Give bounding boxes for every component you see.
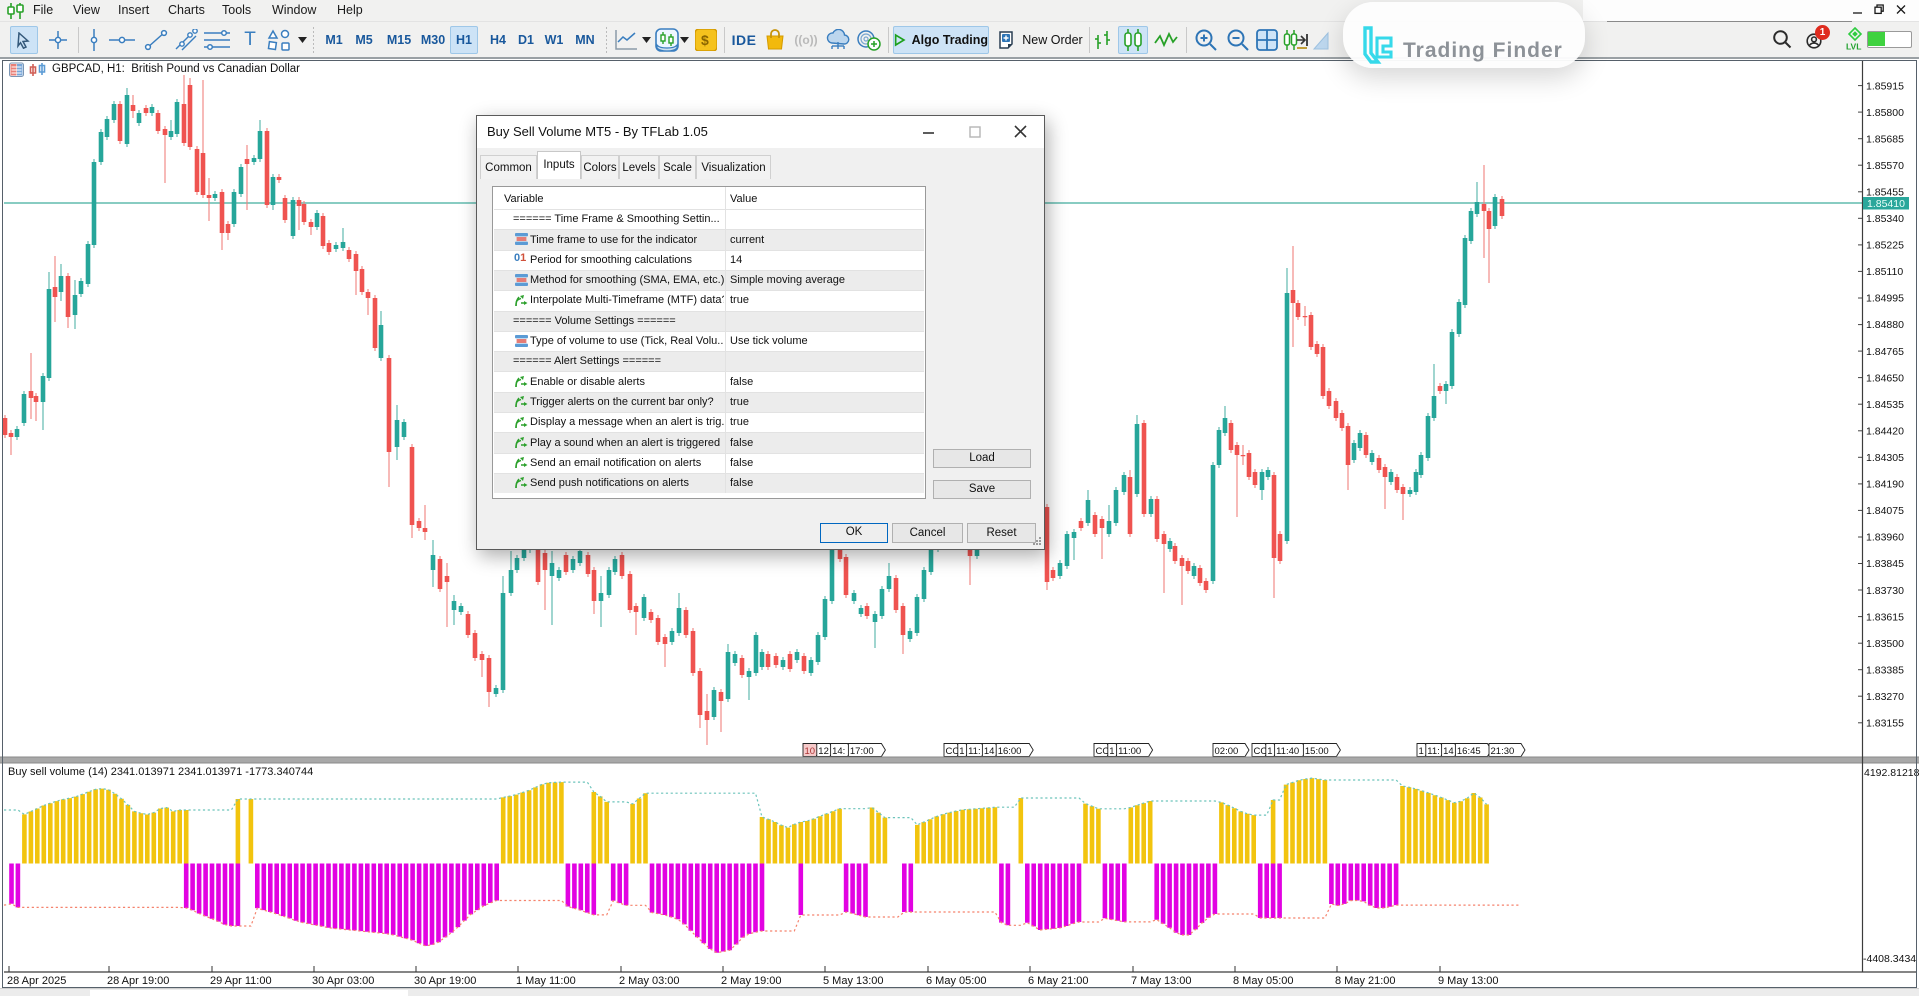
svg-text:1.83270: 1.83270 <box>1866 691 1904 703</box>
svg-text:30 Apr 03:00: 30 Apr 03:00 <box>312 975 374 987</box>
svg-text:1 May 11:00: 1 May 11:00 <box>516 975 576 987</box>
svg-text:12: 12 <box>818 746 829 757</box>
svg-text:1: 1 <box>959 746 964 757</box>
svg-text:1.84535: 1.84535 <box>1866 399 1904 411</box>
svg-text:7 May 13:00: 7 May 13:00 <box>1131 975 1192 987</box>
svg-text:1.84420: 1.84420 <box>1866 425 1904 437</box>
svg-text:1: 1 <box>1109 746 1114 757</box>
svg-text:1.85340: 1.85340 <box>1866 213 1904 225</box>
svg-text:16:45: 16:45 <box>1457 746 1481 757</box>
svg-text:16:00: 16:00 <box>998 746 1022 757</box>
svg-text:1.85570: 1.85570 <box>1866 160 1904 172</box>
svg-text:1.85800: 1.85800 <box>1866 107 1904 119</box>
svg-text:11:40: 11:40 <box>1276 746 1299 757</box>
svg-text:15:00: 15:00 <box>1305 746 1329 757</box>
svg-text:2 May 19:00: 2 May 19:00 <box>721 975 782 987</box>
svg-text:1: 1 <box>1419 746 1424 757</box>
svg-text:6 May 05:00: 6 May 05:00 <box>926 975 987 987</box>
svg-text:10: 10 <box>805 746 816 757</box>
svg-text:1.83960: 1.83960 <box>1866 532 1904 544</box>
svg-text:1.85455: 1.85455 <box>1866 187 1904 199</box>
svg-text:17:00: 17:00 <box>850 746 874 757</box>
svg-text:$: $ <box>701 32 709 48</box>
svg-text:1.83500: 1.83500 <box>1866 638 1904 650</box>
svg-text:30 Apr 19:00: 30 Apr 19:00 <box>414 975 476 987</box>
svg-text:CC: CC <box>946 746 960 757</box>
svg-text:1.84765: 1.84765 <box>1866 346 1904 358</box>
svg-text:CC: CC <box>1254 746 1268 757</box>
svg-text:14: 14 <box>1443 746 1454 757</box>
svg-text:LVL: LVL <box>1846 42 1861 52</box>
svg-text:1.83385: 1.83385 <box>1866 664 1904 676</box>
svg-text:-4408.3434: -4408.3434 <box>1863 953 1916 965</box>
svg-text:4192.81218: 4192.81218 <box>1864 767 1919 779</box>
svg-text:1.84995: 1.84995 <box>1866 293 1904 305</box>
svg-text:1.85685: 1.85685 <box>1866 133 1904 145</box>
svg-text:29 Apr 11:00: 29 Apr 11:00 <box>210 975 272 987</box>
svg-text:1.85225: 1.85225 <box>1866 240 1904 252</box>
svg-text:5 May 13:00: 5 May 13:00 <box>823 975 884 987</box>
svg-text:1.83845: 1.83845 <box>1866 558 1904 570</box>
svg-text:1.85915: 1.85915 <box>1866 80 1904 92</box>
svg-text:8 May 21:00: 8 May 21:00 <box>1335 975 1396 987</box>
svg-text:28 Apr 19:00: 28 Apr 19:00 <box>107 975 169 987</box>
svg-text:6 May 21:00: 6 May 21:00 <box>1028 975 1089 987</box>
svg-text:14:: 14: <box>832 746 845 757</box>
svg-text:9 May 13:00: 9 May 13:00 <box>1438 975 1499 987</box>
svg-text:11:: 11: <box>968 746 981 757</box>
svg-text:02:00: 02:00 <box>1215 746 1239 757</box>
svg-text:1.84880: 1.84880 <box>1866 319 1904 331</box>
svg-text:1.83730: 1.83730 <box>1866 585 1904 597</box>
svg-text:1: 1 <box>1267 746 1272 757</box>
svg-text:2 May 03:00: 2 May 03:00 <box>619 975 680 987</box>
svg-text:28 Apr 2025: 28 Apr 2025 <box>7 975 66 987</box>
svg-text:1.85110: 1.85110 <box>1866 266 1903 278</box>
svg-text:11:: 11: <box>1427 746 1440 757</box>
svg-text:CC: CC <box>1096 746 1110 757</box>
svg-text:1.84075: 1.84075 <box>1866 505 1904 517</box>
svg-text:21:30: 21:30 <box>1491 746 1515 757</box>
svg-text:11:00: 11:00 <box>1118 746 1141 757</box>
svg-text:Buy sell volume (14) 2341.0139: Buy sell volume (14) 2341.013971 2341.01… <box>8 766 313 778</box>
svg-text:1.85410: 1.85410 <box>1867 198 1905 210</box>
svg-text:14: 14 <box>984 746 995 757</box>
svg-text:1.83155: 1.83155 <box>1866 718 1904 730</box>
svg-text:8 May 05:00: 8 May 05:00 <box>1233 975 1294 987</box>
svg-text:1.84190: 1.84190 <box>1866 479 1904 491</box>
svg-text:1.84650: 1.84650 <box>1866 372 1904 384</box>
svg-text:1.83615: 1.83615 <box>1866 611 1904 623</box>
svg-text:1.84305: 1.84305 <box>1866 452 1904 464</box>
